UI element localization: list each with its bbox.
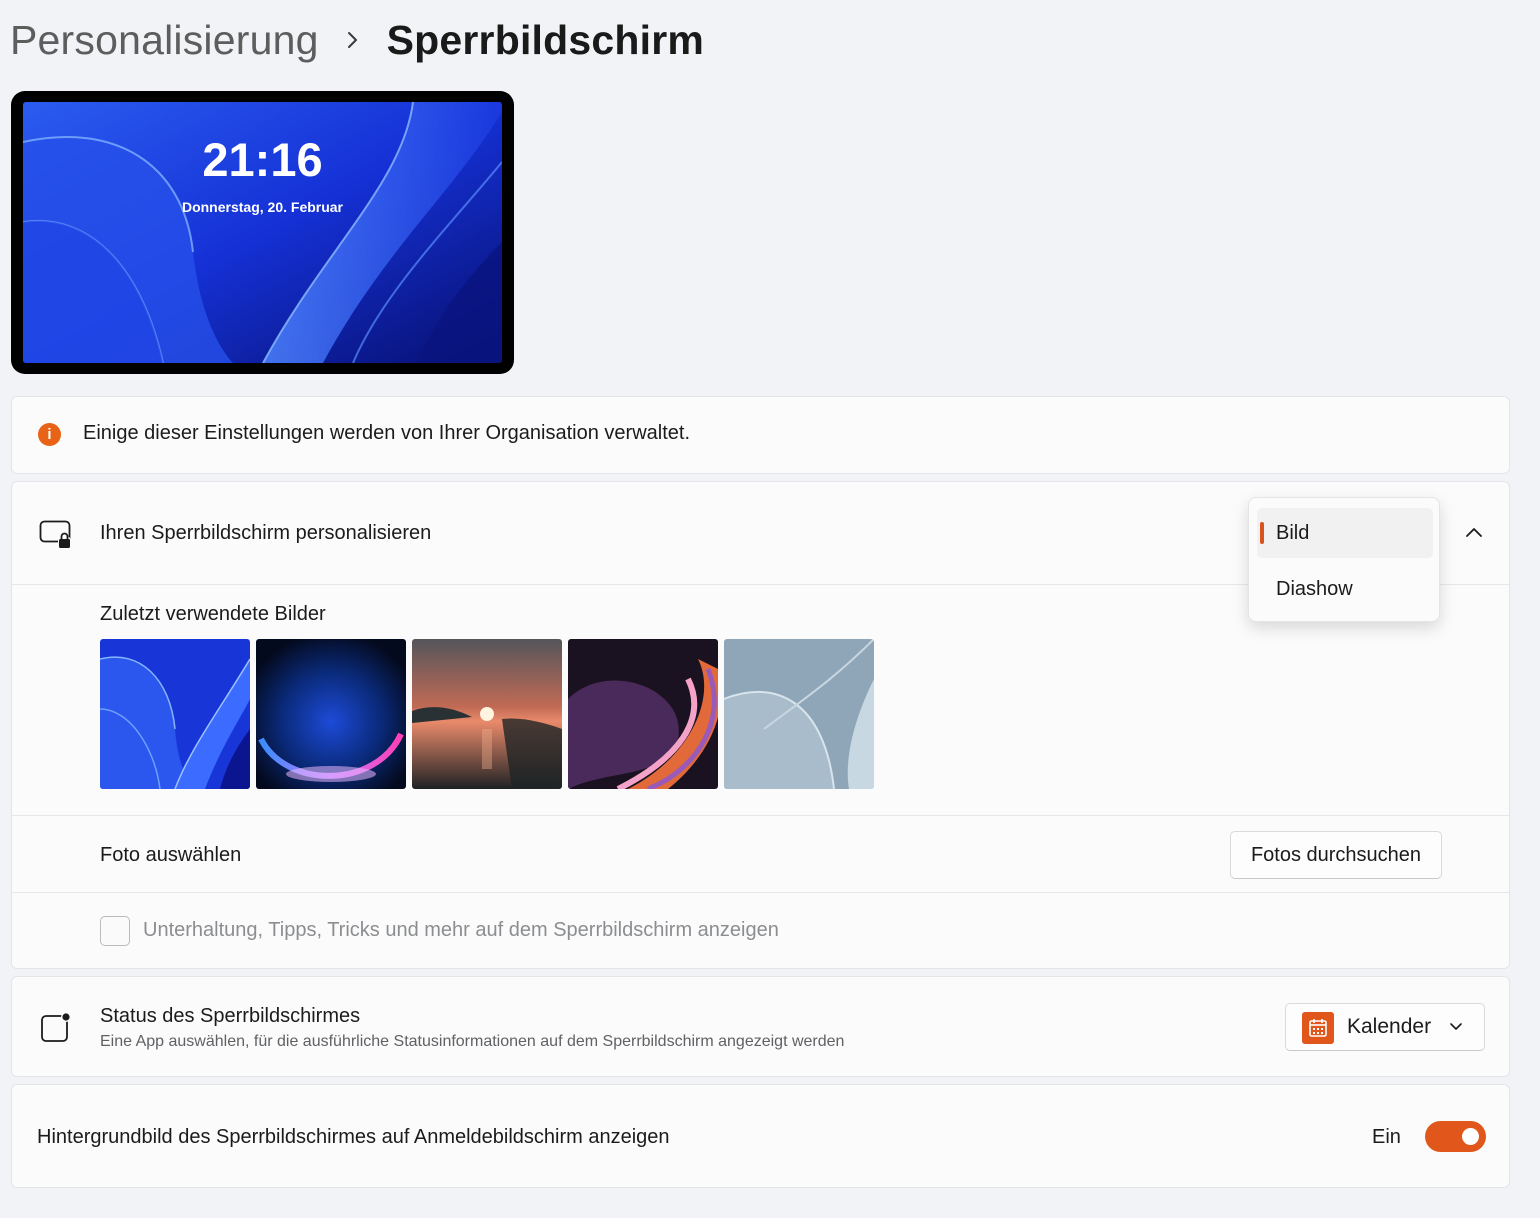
- recent-image-bloom-blue[interactable]: [100, 639, 250, 789]
- toggle-knob: [1462, 1128, 1479, 1145]
- preview-wallpaper: 21:16 Donnerstag, 20. Februar: [23, 102, 502, 363]
- personalize-title: Ihren Sperrbildschirm personalisieren: [100, 522, 432, 544]
- signin-background-toggle[interactable]: [1425, 1121, 1486, 1152]
- breadcrumb: Personalisierung Sperrbildschirm: [10, 12, 704, 68]
- managed-notice: i Einige dieser Einstellungen werden von…: [11, 396, 1510, 474]
- recent-image-sunset-lake[interactable]: [412, 639, 562, 789]
- calendar-icon: [1302, 1012, 1334, 1044]
- recent-image-ribbon-dark[interactable]: [568, 639, 718, 789]
- chevron-up-icon[interactable]: [1464, 525, 1484, 539]
- recent-image-glow-purple[interactable]: [256, 639, 406, 789]
- divider: [12, 892, 1509, 893]
- page-title: Sperrbildschirm: [386, 16, 705, 63]
- preview-time: 21:16: [202, 133, 323, 186]
- fun-facts-label: Unterhaltung, Tipps, Tricks und mehr auf…: [143, 919, 779, 941]
- info-icon: i: [38, 423, 61, 446]
- personalize-dropdown-flyout: Bild Diashow: [1248, 497, 1440, 622]
- dropdown-option-bild[interactable]: Bild: [1257, 508, 1433, 558]
- status-title: Status des Sperrbildschirmes: [100, 1005, 361, 1027]
- dropdown-option-diashow[interactable]: Diashow: [1257, 564, 1433, 614]
- chevron-right-icon: [347, 31, 359, 49]
- lock-screen-status-card: Status des Sperrbildschirmes Eine App au…: [11, 976, 1510, 1077]
- browse-photos-button[interactable]: Fotos durchsuchen: [1230, 831, 1442, 879]
- divider: [12, 815, 1509, 816]
- signin-background-label: Hintergrundbild des Sperrbildschirmes au…: [37, 1126, 670, 1148]
- signin-background-card: Hintergrundbild des Sperrbildschirmes au…: [11, 1084, 1510, 1188]
- lock-screen-preview: 21:16 Donnerstag, 20. Februar: [11, 91, 514, 374]
- status-app-selected: Kalender: [1347, 1015, 1432, 1038]
- fun-facts-checkbox[interactable]: [100, 916, 130, 946]
- breadcrumb-parent[interactable]: Personalisierung: [10, 17, 319, 64]
- lock-screen-icon: [39, 520, 71, 548]
- status-subtitle: Eine App auswählen, für die ausführliche…: [100, 1033, 845, 1050]
- managed-notice-text: Einige dieser Einstellungen werden von I…: [83, 422, 691, 444]
- status-widget-icon: [41, 1012, 71, 1042]
- chevron-down-icon: [1450, 1023, 1462, 1030]
- recent-images-list: [100, 639, 874, 789]
- choose-photo-label: Foto auswählen: [100, 844, 242, 866]
- toggle-state-label: Ein: [1372, 1126, 1401, 1148]
- recent-images-label: Zuletzt verwendete Bilder: [100, 603, 326, 625]
- preview-date: Donnerstag, 20. Februar: [181, 199, 344, 215]
- status-app-dropdown[interactable]: Kalender: [1285, 1003, 1485, 1051]
- recent-image-bloom-gray[interactable]: [724, 639, 874, 789]
